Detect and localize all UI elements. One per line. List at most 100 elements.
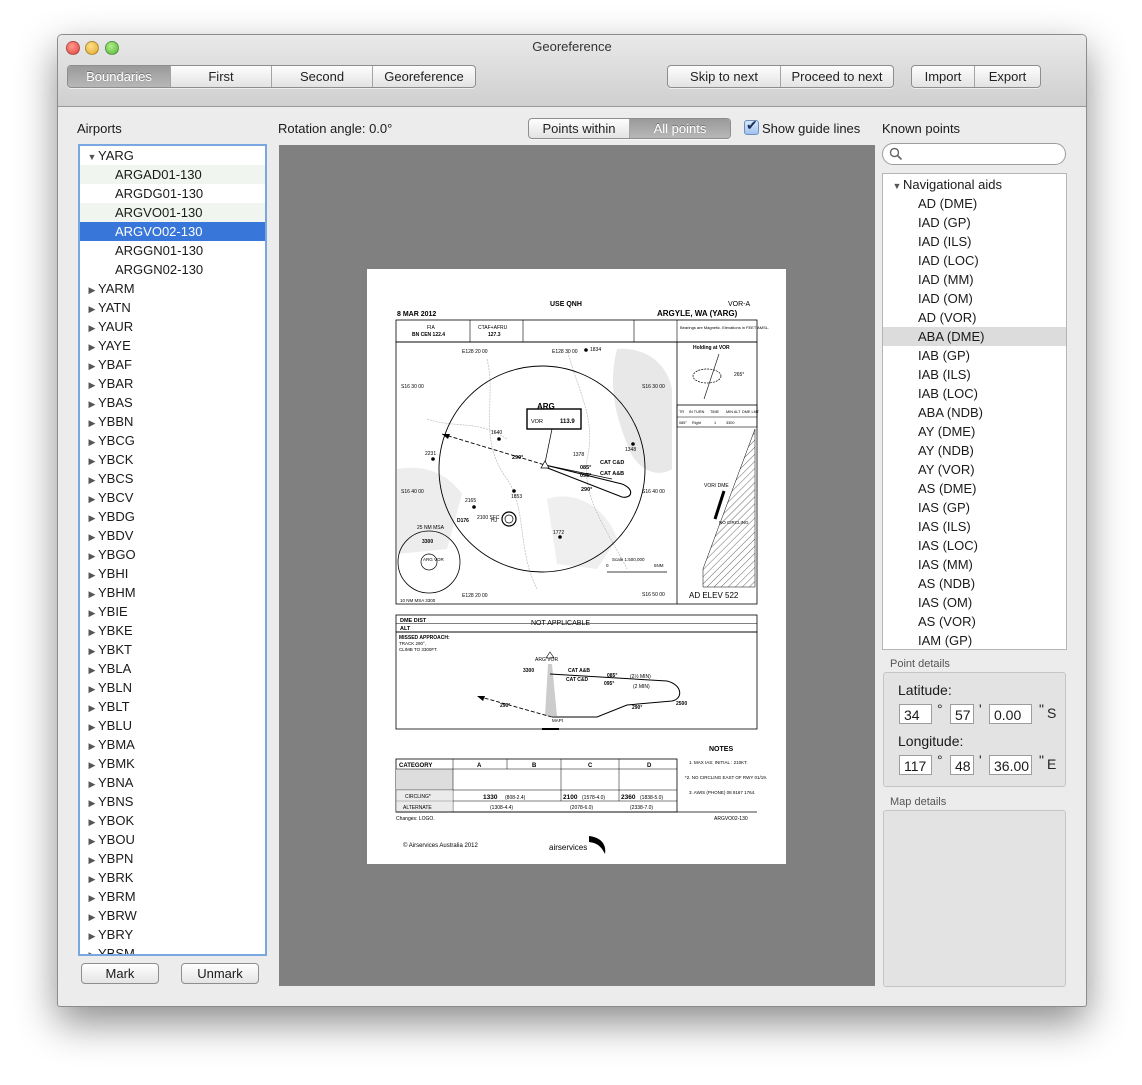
known-point-row[interactable]: AD (VOR) [883,308,1066,327]
airport-row[interactable]: ▼ YARG [80,146,265,165]
airport-row[interactable]: ▶ YBCK [80,450,265,469]
airport-row[interactable]: ▶ YBLT [80,697,265,716]
airport-row[interactable]: ▶ YARM [80,279,265,298]
known-point-row[interactable]: IAB (LOC) [883,384,1066,403]
airport-row[interactable]: ▶ YBCV [80,488,265,507]
airport-row[interactable]: ▶ YBDG [80,507,265,526]
navigation-segmented-control: Skip to next Proceed to next [667,65,894,88]
proceed-to-next-button[interactable]: Proceed to next [781,66,893,87]
step-second[interactable]: Second [272,66,373,87]
airport-row[interactable]: ▶ YBAS [80,393,265,412]
known-point-row[interactable]: AY (DME) [883,422,1066,441]
nav-aids-group[interactable]: ▼ Navigational aids [883,175,1066,194]
latitude-seconds-field[interactable]: 0.00 [989,704,1032,724]
airport-row[interactable]: ▶ YBRW [80,906,265,925]
airport-row[interactable]: ▶ YBMA [80,735,265,754]
airport-row[interactable]: ▶ YBMK [80,754,265,773]
known-point-row[interactable]: IAS (MM) [883,555,1066,574]
airport-row[interactable]: ▶ YBLN [80,678,265,697]
airport-row[interactable]: ▶ YBKE [80,621,265,640]
airport-row[interactable]: ▶ YBCS [80,469,265,488]
airport-row[interactable]: ▶ YBNA [80,773,265,792]
known-point-row[interactable]: ABA (NDB) [883,403,1066,422]
airport-row[interactable]: ▶ YBSM [80,944,265,954]
airport-row[interactable]: ▶ YBHI [80,564,265,583]
known-point-row[interactable]: IAB (GP) [883,346,1066,365]
longitude-seconds-field[interactable]: 36.00 [989,755,1032,775]
known-point-row[interactable]: IAD (MM) [883,270,1066,289]
step-first[interactable]: First [171,66,272,87]
airport-row[interactable]: ▶ YBAR [80,374,265,393]
known-point-row[interactable]: IAS (OM) [883,593,1066,612]
airport-row[interactable]: ▶ YBNS [80,792,265,811]
chart-row[interactable]: ARGVO02-130 [80,222,265,241]
airports-outline[interactable]: ▼ YARG ARGAD01-130 ARGDG01-130 ARGVO01-130 AR… [78,144,267,956]
chart-row[interactable]: ARGVO01-130 [80,203,265,222]
known-point-row[interactable]: AD (DME) [883,194,1066,213]
mark-button[interactable]: Mark [81,963,159,984]
known-point-row[interactable]: ABA (DME) [883,327,1066,346]
no-circling: NO CIRCLING [719,520,749,525]
airport-row[interactable]: ▶ YBBN [80,412,265,431]
unmark-button[interactable]: Unmark [181,963,259,984]
airport-row[interactable]: ▶ YBCG [80,431,265,450]
airport-row[interactable]: ▶ YAYE [80,336,265,355]
latitude-degrees-field[interactable]: 34 [899,704,932,724]
known-point-row[interactable]: IAD (ILS) [883,232,1066,251]
airport-label: YBLT [98,699,130,714]
known-point-row[interactable]: AS (NDB) [883,574,1066,593]
airport-row[interactable]: ▶ YBLU [80,716,265,735]
known-point-row[interactable]: IAB (ILS) [883,365,1066,384]
skip-to-next-button[interactable]: Skip to next [668,66,781,87]
known-point-row[interactable]: AS (DME) [883,479,1066,498]
airport-row[interactable]: ▶ YBPN [80,849,265,868]
step-georeference[interactable]: Georeference [373,66,475,87]
airport-row[interactable]: ▶ YBRY [80,925,265,944]
export-button[interactable]: Export [975,66,1040,87]
airport-row[interactable]: ▶ YBAF [80,355,265,374]
airport-row[interactable]: ▶ YBRK [80,868,265,887]
airport-row[interactable]: ▶ YBKT [80,640,265,659]
known-point-row[interactable]: AY (VOR) [883,460,1066,479]
airport-row[interactable]: ▶ YBDV [80,526,265,545]
airport-row[interactable]: ▶ YATN [80,298,265,317]
latitude-minutes-field[interactable]: 57 [950,704,974,724]
known-point-row[interactable]: AY (NDB) [883,441,1066,460]
airport-row[interactable]: ▶ YBRM [80,887,265,906]
longitude-minutes-field[interactable]: 48 [950,755,974,775]
airport-row[interactable]: ▶ YBLA [80,659,265,678]
known-point-row[interactable]: IAD (GP) [883,213,1066,232]
chart-row[interactable]: ARGGN02-130 [80,260,265,279]
import-button[interactable]: Import [912,66,975,87]
known-points-search-input[interactable] [882,143,1066,165]
known-point-row[interactable]: IAD (OM) [883,289,1066,308]
airport-row[interactable]: ▶ YBOK [80,811,265,830]
show-guide-lines-checkbox[interactable]: ✔ [744,117,759,135]
known-point-row[interactable]: IAS (ILS) [883,517,1066,536]
airport-row[interactable]: ▶ YBHM [80,583,265,602]
map-canvas[interactable]: USE QNH VOR-A 8 MAR 2012 ARGYLE, WA (YAR… [279,145,875,986]
chart-row[interactable]: ARGAD01-130 [80,165,265,184]
approach-chart[interactable]: USE QNH VOR-A 8 MAR 2012 ARGYLE, WA (YAR… [367,269,786,864]
known-point-row[interactable]: IAS (GP) [883,498,1066,517]
step-boundaries[interactable]: Boundaries [68,66,171,87]
all-points-button[interactable]: All points [630,119,730,138]
known-point-row[interactable]: IAS (LOC) [883,536,1066,555]
disclosure-closed-icon[interactable]: ▶ [86,946,98,954]
points-within-button[interactable]: Points within [529,119,630,138]
cat-label: CATEGORY [399,763,432,769]
known-point-row[interactable]: IAD (LOC) [883,251,1066,270]
known-points-list[interactable]: ▼ Navigational aids AD (DME) IAD (GP) IAD (… [882,173,1067,650]
airport-row[interactable]: ▶ YBGO [80,545,265,564]
chart-row[interactable]: ARGDG01-130 [80,184,265,203]
known-point-label: IAS (ILS) [918,519,971,534]
airport-row[interactable]: ▶ YBIE [80,602,265,621]
chart-row[interactable]: ARGGN01-130 [80,241,265,260]
longitude-degrees-field[interactable]: 117 [899,755,932,775]
airport-row[interactable]: ▶ YAUR [80,317,265,336]
known-point-row[interactable]: IAM (GP) [883,631,1066,649]
airport-row[interactable]: ▶ YBOU [80,830,265,849]
known-point-row[interactable]: AS (VOR) [883,612,1066,631]
profile-290-a: 290° [632,705,642,711]
track-290-inbound: 290° [581,487,592,493]
